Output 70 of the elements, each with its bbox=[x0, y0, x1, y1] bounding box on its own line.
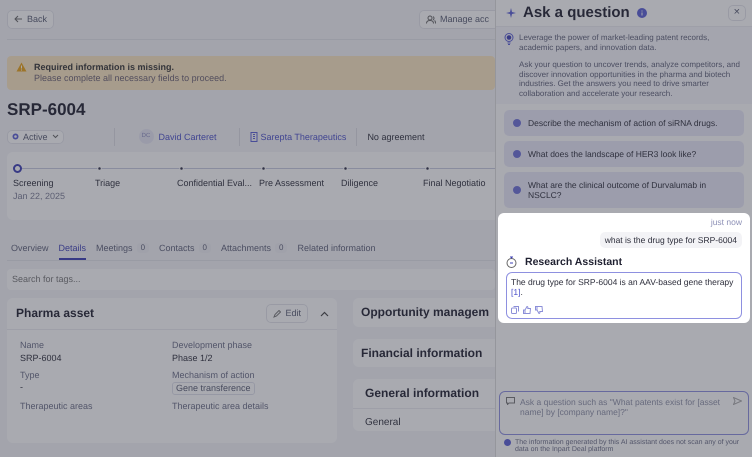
assistant-name: Research Assistant bbox=[525, 256, 622, 268]
panel-title: Ask a question bbox=[523, 4, 630, 22]
tab[interactable]: Related information bbox=[297, 240, 376, 260]
chevron-down-icon bbox=[52, 134, 59, 140]
warning-icon bbox=[16, 62, 27, 72]
field-value: Phase 1/2 bbox=[172, 352, 214, 364]
stage-label: Confidential Eval... bbox=[177, 178, 254, 189]
sparkle-icon bbox=[506, 8, 516, 18]
field-label: Name bbox=[20, 340, 46, 351]
suggestion-dot-icon bbox=[513, 186, 521, 194]
chat-input-box[interactable]: Ask a question such as "What patents exist for [asset name] by [company name]?" bbox=[499, 390, 749, 435]
agreement-status: No agreement bbox=[367, 132, 424, 142]
suggestion-dot-icon bbox=[513, 118, 521, 127]
company-link[interactable]: Sarepta Therapeutics bbox=[260, 132, 346, 142]
owner-link[interactable]: David Carteret bbox=[158, 132, 217, 142]
field-label: Mechanism of action bbox=[172, 370, 256, 380]
suggestion-button[interactable]: What are the clinical outcome of Durvalumab in NSCLC? bbox=[504, 172, 744, 208]
card-title: Pharma asset bbox=[16, 306, 94, 321]
thumbs-up-icon bbox=[523, 306, 531, 314]
intro-paragraph: Leverage the power of market-leading patent records, academic papers, and innovation data. bbox=[519, 33, 710, 52]
lightbulb-icon bbox=[504, 33, 514, 45]
user-question-bubble: what is the drug type for SRP-6004 bbox=[600, 232, 742, 248]
tab[interactable]: Meetings 0 bbox=[96, 240, 150, 260]
arrow-left-icon bbox=[14, 15, 23, 24]
copy-icon bbox=[511, 306, 519, 314]
pencil-icon bbox=[273, 310, 282, 318]
suggestion-button[interactable]: Describe the mechanism of action of siRNA drugs. bbox=[504, 110, 744, 136]
suggestion-button[interactable]: What does the landscape of HER3 look like? bbox=[504, 140, 744, 167]
building-icon bbox=[250, 132, 258, 142]
stage-label: Pre Assessment bbox=[259, 178, 326, 189]
asset-title: SRP-6004 bbox=[7, 100, 86, 120]
field-value: SRP-6004 bbox=[20, 352, 63, 364]
chevron-up-icon[interactable] bbox=[320, 310, 329, 317]
stage-label: Final Negotiatio bbox=[423, 178, 487, 189]
tab[interactable]: Overview bbox=[11, 240, 49, 260]
field-value: - bbox=[20, 382, 24, 394]
people-icon bbox=[426, 14, 436, 24]
field-label: Development phase bbox=[172, 340, 254, 351]
card-title: Financial information bbox=[361, 346, 484, 360]
chat-input-field[interactable]: Ask a question such as "What patents exist for [asset name] by [company name]?" bbox=[520, 396, 728, 429]
tab[interactable]: Contacts 0 bbox=[159, 240, 211, 260]
manage-access-button[interactable]: Manage acc bbox=[418, 10, 495, 29]
stage-date: Jan 22, 2025 bbox=[13, 190, 66, 202]
back-button[interactable]: Back bbox=[7, 10, 54, 29]
suggestion-dot-icon bbox=[513, 150, 521, 158]
citation-link[interactable]: [1] bbox=[511, 287, 520, 298]
tab[interactable]: Details bbox=[58, 240, 86, 260]
intro-paragraph: Ask your question to uncover trends, analyze competitors, and discover innovation opportunities in the pharma and biotech industries. Get the answers you need to drive smarter collaboration and accelerate your research. bbox=[519, 60, 742, 99]
alert-title: Required information is missing. bbox=[34, 62, 176, 73]
card-title: General information bbox=[364, 386, 480, 400]
card-title: Opportunity managem bbox=[361, 305, 490, 320]
tag-search-field[interactable]: Search for tags... bbox=[7, 269, 495, 290]
field-label: Type bbox=[20, 370, 41, 380]
status-dropdown[interactable]: Active bbox=[7, 130, 64, 144]
close-button[interactable]: × bbox=[728, 5, 746, 21]
send-icon bbox=[733, 396, 742, 405]
stage-label: Triage bbox=[95, 178, 122, 189]
answer-text: The drug type for SRP-6004 is an AAV-based gene therapy [1]. bbox=[511, 277, 734, 298]
field-label: Therapeutic area details bbox=[172, 401, 270, 412]
field-label: Therapeutic areas bbox=[20, 401, 94, 412]
status-dot-icon bbox=[12, 133, 19, 140]
thumbs-down-icon bbox=[535, 306, 543, 314]
edit-button[interactable]: Edit bbox=[266, 304, 308, 323]
tab[interactable]: Attachments 0 bbox=[221, 240, 288, 260]
chat-bubble-icon bbox=[506, 396, 515, 405]
stage-label: Diligence bbox=[341, 178, 380, 189]
stage-label: Screening bbox=[13, 178, 55, 189]
message-time: just now bbox=[710, 217, 742, 228]
alert-message: Please complete all necessary fields to proceed. bbox=[34, 72, 227, 84]
tag-chip: Gene transference bbox=[172, 382, 255, 396]
